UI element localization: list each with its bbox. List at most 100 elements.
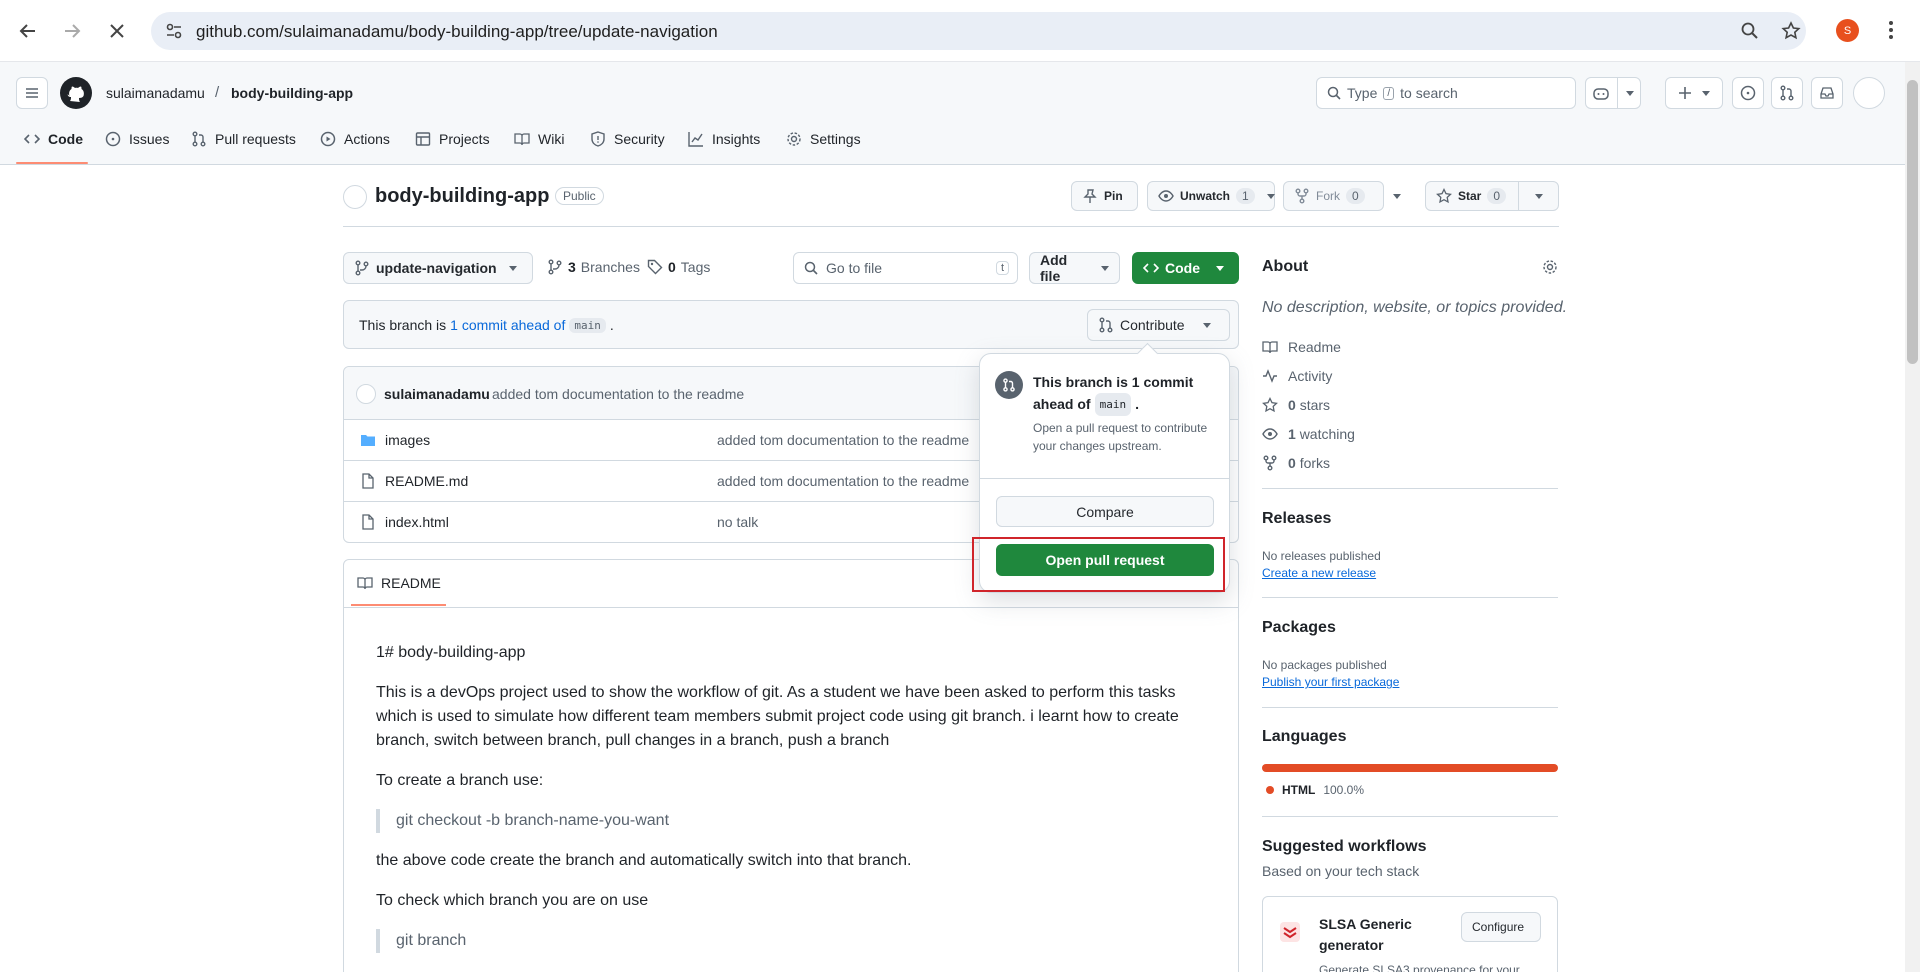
star-icon (1436, 188, 1452, 204)
file-name[interactable]: images (385, 432, 430, 448)
readme-blockquote: git branch (376, 929, 466, 953)
configure-label: Configure (1472, 920, 1525, 934)
code-button[interactable]: Code (1132, 252, 1239, 284)
file-name[interactable]: README.md (385, 473, 468, 489)
repo-title[interactable]: body-building-app (375, 185, 549, 208)
branches-link[interactable]: 3 Branches (547, 259, 640, 275)
releases-heading[interactable]: Releases (1262, 510, 1331, 528)
contribute-button[interactable]: Contribute (1087, 309, 1230, 341)
tab-wiki-label: Wiki (538, 131, 565, 147)
language-name: HTML (1282, 783, 1316, 797)
commit-author[interactable]: sulaimanadamu (384, 386, 490, 402)
tab-security-label: Security (614, 131, 665, 147)
breadcrumb-repo[interactable]: body-building-app (231, 85, 353, 101)
watching-label: watching (1299, 426, 1355, 442)
file-name[interactable]: index.html (385, 514, 449, 530)
tab-projects[interactable]: Projects (415, 131, 490, 147)
pin-button[interactable]: Pin (1071, 181, 1138, 211)
star-button[interactable]: Star 0 (1425, 181, 1559, 211)
popover-title: This branch is 1 commit ahead of main . (1033, 372, 1193, 416)
workflow-card: SLSA Generic generator Generate SLSA3 pr… (1262, 896, 1558, 972)
stars-link[interactable]: 0 stars (1262, 397, 1330, 413)
gear-icon (786, 131, 802, 147)
search-placeholder-prefix: Type (1347, 85, 1378, 101)
go-to-file-placeholder: Go to file (826, 260, 883, 276)
forks-link[interactable]: 0 forks (1262, 455, 1330, 471)
browser-toolbar: github.com/sulaimanadamu/body-building-a… (0, 0, 1920, 62)
compare-button[interactable]: Compare (996, 496, 1214, 527)
profile-avatar[interactable]: S (1836, 19, 1859, 42)
fork-count: 0 (1346, 188, 1365, 204)
tags-count: 0 (668, 259, 676, 275)
chevron-down-icon (1702, 90, 1710, 96)
tab-pull-requests[interactable]: Pull requests (191, 131, 296, 147)
workflows-heading: Suggested workflows (1262, 838, 1427, 855)
fork-icon (1294, 188, 1310, 204)
file-commit-message[interactable]: added tom documentation to the readme (717, 473, 969, 489)
go-to-file-input[interactable]: Go to file t (793, 252, 1018, 284)
readme-link[interactable]: Readme (1262, 339, 1341, 355)
star-icon (1262, 397, 1278, 413)
chevron-down-icon (1101, 265, 1109, 271)
tab-security[interactable]: Security (590, 131, 665, 147)
fork-button[interactable]: Fork 0 (1283, 181, 1401, 211)
stop-loading-icon[interactable] (102, 16, 132, 46)
pin-icon (1082, 188, 1098, 204)
highlight-box (972, 537, 1225, 592)
inbox-icon[interactable] (1811, 77, 1843, 109)
back-icon[interactable] (13, 16, 43, 46)
tab-wiki[interactable]: Wiki (514, 131, 564, 147)
tab-insights[interactable]: Insights (688, 131, 760, 147)
commit-author-avatar[interactable] (356, 384, 376, 404)
pull-requests-icon[interactable] (1771, 77, 1803, 109)
add-file-button[interactable]: Add file (1029, 252, 1120, 284)
popover-desc-line1: Open a pull request to contribute (1033, 421, 1208, 435)
book-icon (357, 575, 373, 591)
base-branch-pill[interactable]: main (569, 317, 606, 333)
readme-paragraph: To check which branch you are on use (376, 892, 649, 909)
user-avatar[interactable] (1853, 77, 1885, 109)
bookmark-star-icon[interactable] (1781, 21, 1801, 41)
gear-icon[interactable] (1542, 259, 1558, 275)
activity-link[interactable]: Activity (1262, 368, 1332, 384)
hamburger-menu-icon[interactable] (16, 77, 48, 109)
repo-owner-avatar[interactable] (343, 185, 367, 209)
file-commit-message[interactable]: no talk (717, 514, 758, 530)
copilot-button[interactable] (1585, 77, 1641, 109)
zoom-icon[interactable] (1741, 22, 1759, 40)
language-item[interactable]: HTML 100.0% (1266, 783, 1364, 797)
breadcrumb-owner[interactable]: sulaimanadamu (106, 85, 205, 101)
search-input[interactable]: Type / to search (1316, 77, 1576, 109)
tab-issues-label: Issues (129, 131, 170, 147)
browser-menu-icon[interactable] (1888, 20, 1894, 40)
forward-icon[interactable] (57, 16, 87, 46)
tab-settings[interactable]: Settings (786, 131, 861, 147)
commits-ahead-link[interactable]: 1 commit ahead of (450, 317, 565, 333)
tab-issues[interactable]: Issues (105, 131, 169, 147)
tab-projects-label: Projects (439, 131, 490, 147)
branch-selector[interactable]: update-navigation (343, 252, 533, 284)
file-commit-message[interactable]: added tom documentation to the readme (717, 432, 969, 448)
configure-button[interactable]: Configure (1461, 912, 1541, 942)
scrollbar-thumb[interactable] (1907, 80, 1918, 364)
create-release-link[interactable]: Create a new release (1262, 566, 1376, 580)
address-bar[interactable]: github.com/sulaimanadamu/body-building-a… (151, 12, 1806, 50)
packages-heading[interactable]: Packages (1262, 619, 1336, 637)
create-new-button[interactable] (1665, 77, 1723, 109)
tags-link[interactable]: 0 Tags (647, 259, 710, 275)
tab-actions[interactable]: Actions (320, 131, 390, 147)
github-logo-icon[interactable] (60, 77, 92, 109)
active-tab-underline (16, 162, 88, 164)
publish-package-link[interactable]: Publish your first package (1262, 675, 1399, 689)
fork-label: Fork (1316, 189, 1340, 203)
unwatch-button[interactable]: Unwatch 1 (1147, 181, 1275, 211)
watching-link[interactable]: 1 watching (1262, 426, 1355, 442)
commit-message[interactable]: added tom documentation to the readme (492, 386, 744, 402)
site-info-icon[interactable] (165, 22, 183, 40)
issues-icon[interactable] (1732, 77, 1764, 109)
tab-insights-label: Insights (712, 131, 761, 147)
tab-code[interactable]: Code (24, 131, 83, 147)
book-icon (1262, 339, 1278, 355)
languages-heading: Languages (1262, 728, 1347, 745)
readme-tab[interactable]: README (357, 575, 441, 591)
